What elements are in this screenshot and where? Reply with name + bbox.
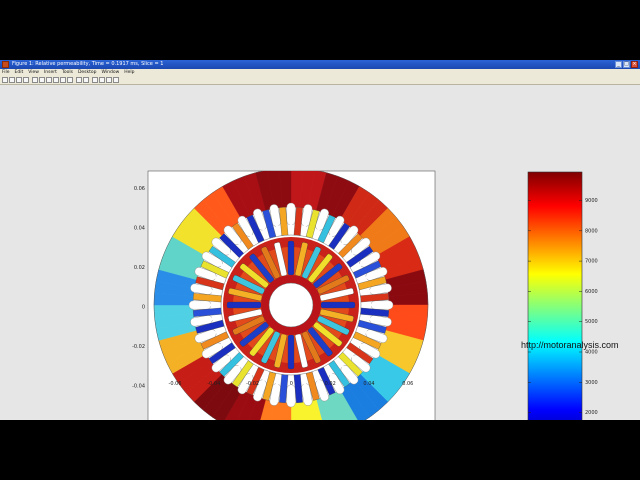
menu-view[interactable]: View (28, 69, 39, 76)
menu-bar: File Edit View Insert Tools Desktop Window Help (0, 69, 640, 76)
slot-neck (365, 303, 373, 307)
window-title: Figure 1: Relative permeability, Time = … (12, 61, 164, 67)
menu-help[interactable]: Help (124, 69, 134, 76)
zoom-out-icon[interactable] (46, 77, 52, 83)
plot-tools-icon[interactable] (113, 77, 119, 83)
colorbar-tick-label: 2000 (585, 410, 598, 416)
y-tick-label: -0.04 (132, 384, 145, 390)
colorbar-tick-label: 7000 (585, 259, 598, 265)
minimize-button[interactable]: _ (615, 61, 622, 68)
colorbar-tick-label: 8000 (585, 228, 598, 234)
menu-edit[interactable]: Edit (15, 69, 24, 76)
matlab-icon (2, 61, 9, 68)
rotor-bar (226, 301, 262, 309)
y-tick-label: 0.04 (134, 226, 145, 232)
x-tick-label: 0.04 (363, 381, 374, 387)
link-icon[interactable] (83, 77, 89, 83)
zoom-in-icon[interactable] (39, 77, 45, 83)
menu-desktop[interactable]: Desktop (78, 69, 97, 76)
menu-insert[interactable]: Insert (44, 69, 57, 76)
menu-window[interactable]: Window (102, 69, 120, 76)
save-icon[interactable] (16, 77, 22, 83)
pan-icon[interactable] (53, 77, 59, 83)
rotor-bar-body (320, 301, 356, 309)
menu-tools[interactable]: Tools (62, 69, 73, 76)
grid-icon[interactable] (106, 77, 112, 83)
legend-icon[interactable] (99, 77, 105, 83)
x-tick-label: 0 (290, 381, 293, 387)
title-bar[interactable]: Figure 1: Relative permeability, Time = … (0, 60, 640, 69)
maximize-button[interactable]: □ (623, 61, 630, 68)
figure-canvas: -0.06 -0.04 -0.02 0 0.02 0.04 0.06 0.06 0.04 0.0… (0, 85, 640, 420)
y-tick-label: -0.02 (132, 344, 145, 350)
x-tick-label: -0.02 (246, 381, 259, 387)
slot-opening (370, 300, 394, 310)
menu-file[interactable]: File (2, 69, 10, 76)
rotor-bar (287, 240, 295, 276)
slot-neck (209, 303, 217, 307)
colorbar-tick-label: 5000 (585, 319, 598, 325)
colorbar-tick-label: 9000 (585, 198, 598, 204)
close-button[interactable]: × (631, 61, 638, 68)
figure-toolbar (0, 76, 640, 85)
datacursor-icon[interactable] (67, 77, 73, 83)
x-tick-label: -0.04 (207, 381, 220, 387)
brush-icon[interactable] (76, 77, 82, 83)
rotate-icon[interactable] (60, 77, 66, 83)
x-tick-label: -0.06 (169, 381, 182, 387)
slot-neck (289, 223, 293, 231)
colorbar-tick-label: 4000 (585, 350, 598, 356)
rotor-bar-body (287, 334, 295, 370)
x-tick-label: 0.06 (402, 381, 413, 387)
pointer-icon[interactable] (32, 77, 38, 83)
rotor-bar (320, 301, 356, 309)
colorbar-icon[interactable] (92, 77, 98, 83)
colorbar[interactable] (527, 171, 583, 420)
new-file-icon[interactable] (2, 77, 8, 83)
figure-window: Figure 1: Relative permeability, Time = … (0, 60, 640, 420)
rotor-bar-body (287, 240, 295, 276)
rotor-bar (287, 334, 295, 370)
rotor-bar-body (226, 301, 262, 309)
watermark-url: http://motoranalysis.com (521, 340, 619, 350)
y-tick-label: 0.06 (134, 186, 145, 192)
y-tick-label: 0.02 (134, 265, 145, 271)
slot-opening (188, 300, 212, 310)
y-tick-label: 0 (142, 305, 145, 311)
slot-opening (286, 202, 296, 226)
open-icon[interactable] (9, 77, 15, 83)
slot-opening (286, 384, 296, 408)
colorbar-tick-label: 3000 (585, 380, 598, 386)
colorbar-tick-label: 6000 (585, 289, 598, 295)
shaft-hole (268, 282, 314, 328)
x-tick-label: 0.02 (325, 381, 336, 387)
print-icon[interactable] (23, 77, 29, 83)
y-tick-labels: 0.060.040.020-0.02-0.04-0.06 (132, 186, 145, 390)
